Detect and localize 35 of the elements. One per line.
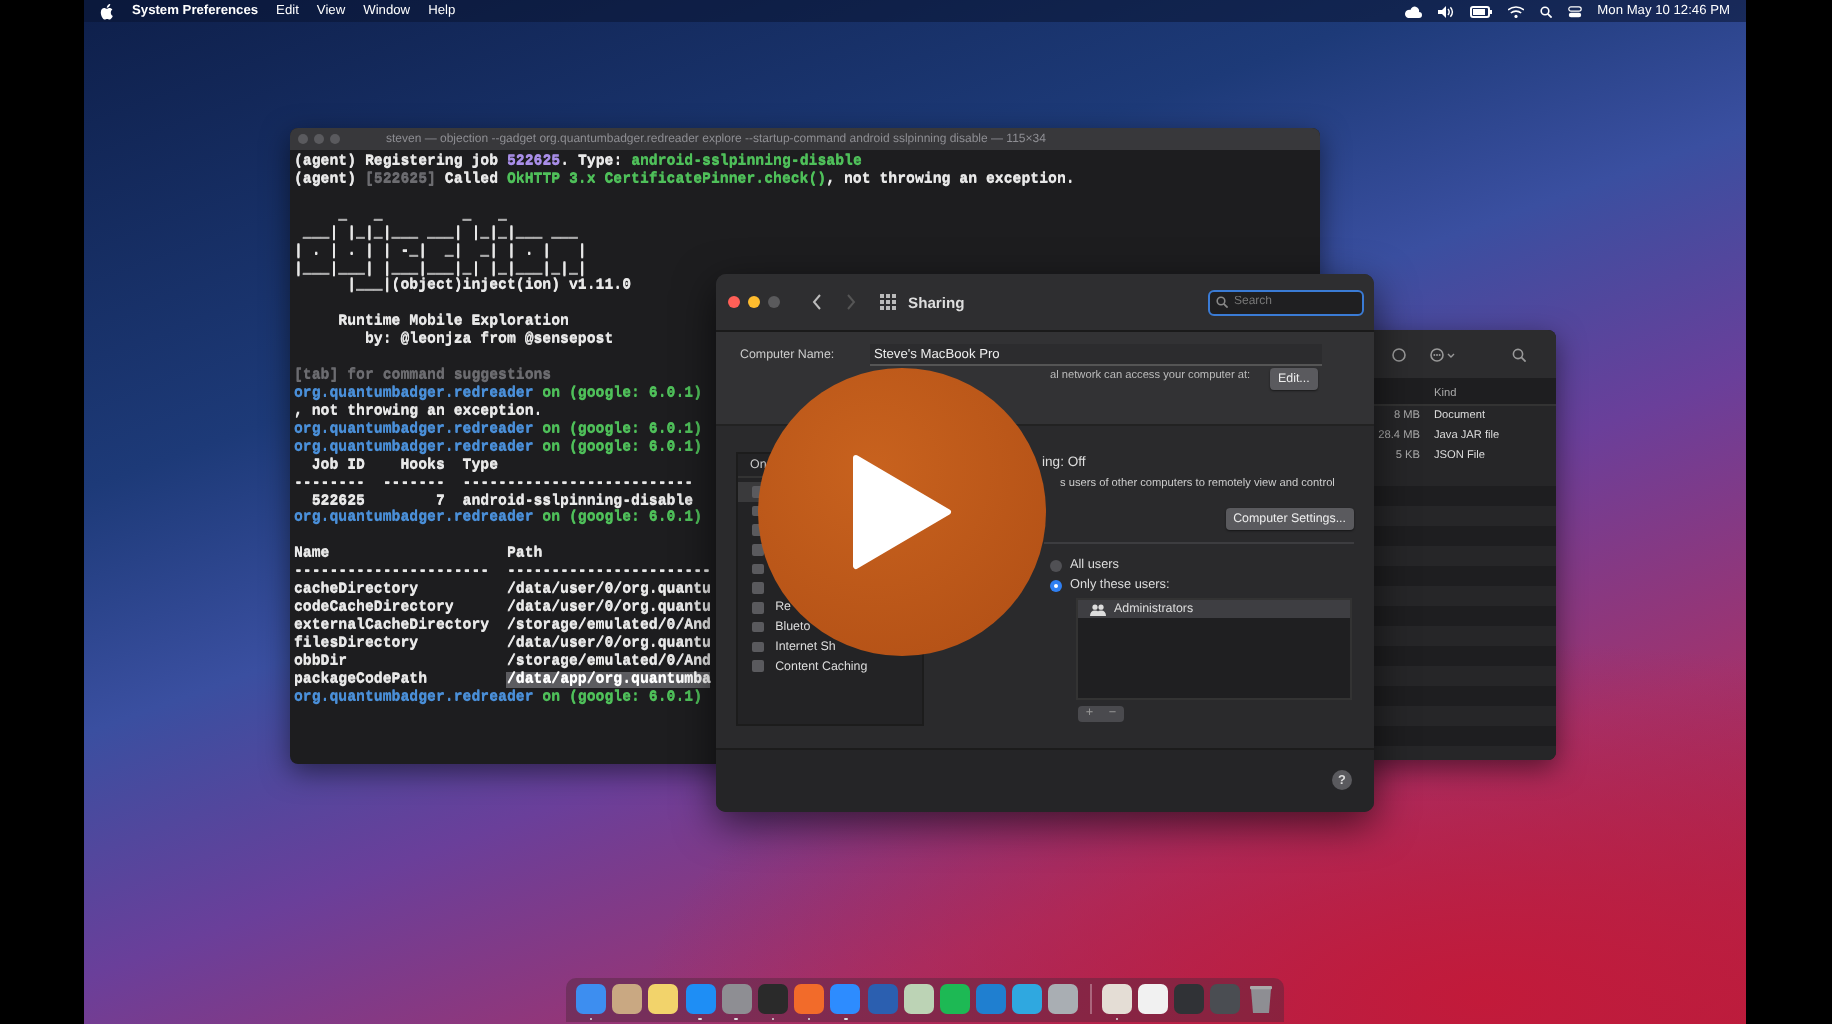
grid-icon[interactable] [880,294,896,310]
checkbox[interactable] [752,544,764,556]
app-icon[interactable] [1101,984,1132,1014]
app-icon[interactable] [903,984,934,1014]
apple-icon[interactable] [100,3,114,19]
forward-icon[interactable] [846,294,856,310]
zoom-button[interactable] [768,296,780,308]
tag-icon[interactable] [1392,347,1406,361]
app-icon[interactable] [939,984,970,1014]
more-icon[interactable] [1430,347,1456,361]
group-icon [1090,603,1106,615]
radio-button[interactable] [1050,579,1062,591]
app-icon[interactable] [1138,984,1168,1014]
checkbox[interactable] [752,621,764,633]
app-icon[interactable] [1048,984,1079,1014]
checkbox[interactable] [752,660,764,672]
radio-button[interactable] [1050,559,1062,571]
play-icon [852,454,952,570]
checkbox[interactable] [752,641,764,653]
toggles-icon[interactable] [1567,5,1582,17]
back-icon[interactable] [812,294,822,310]
trash-icon[interactable] [1247,984,1274,1014]
checkbox[interactable] [752,582,764,595]
minimize-button[interactable] [748,296,760,308]
checkbox[interactable] [752,602,764,614]
app-icon[interactable] [1012,984,1043,1014]
cloud-icon[interactable] [1403,5,1422,17]
battery-icon[interactable] [1469,5,1492,17]
wifi-icon[interactable] [1507,5,1524,17]
app-icon[interactable] [612,984,643,1014]
volume-icon[interactable] [1437,5,1454,17]
checkbox[interactable] [752,563,764,575]
app-icon[interactable] [648,984,679,1014]
search-icon [1216,296,1228,308]
close-button[interactable] [728,296,740,308]
